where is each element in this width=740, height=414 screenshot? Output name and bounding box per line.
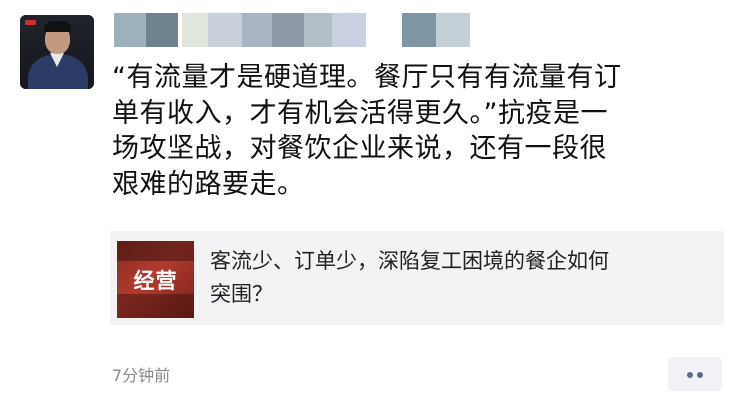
blur-block	[402, 13, 436, 47]
thumbnail-label: 经营	[133, 269, 178, 293]
blur-block	[146, 13, 178, 47]
blur-block	[114, 13, 146, 47]
more-dots-icon	[687, 372, 693, 378]
post-text: “有流量才是硬道理。餐厅只有有流量有订 单有收入，才有机会活得更久。”抗疫是一 …	[112, 62, 622, 200]
thumbnail-band	[117, 294, 194, 318]
link-thumbnail: 经营	[117, 241, 194, 318]
blur-block	[332, 13, 366, 47]
blur-block	[182, 13, 208, 47]
post-timestamp: 7分钟前	[112, 366, 171, 385]
thumbnail-band	[117, 241, 194, 261]
avatar[interactable]	[20, 15, 94, 89]
blur-block	[208, 13, 242, 47]
more-options-button[interactable]	[668, 357, 722, 391]
link-title: 客流少、订单少，深陷复工困境的餐企如何 突围？	[210, 249, 609, 306]
blur-block	[242, 13, 272, 47]
avatar-logo-mark	[25, 20, 36, 25]
blur-block	[436, 13, 470, 47]
blur-block	[304, 13, 332, 47]
avatar-hair	[44, 21, 71, 32]
shared-link-card[interactable]: 经营 客流少、订单少，深陷复工困境的餐企如何 突围？	[110, 231, 724, 325]
blur-block	[272, 13, 304, 47]
more-dots-icon	[697, 372, 703, 378]
